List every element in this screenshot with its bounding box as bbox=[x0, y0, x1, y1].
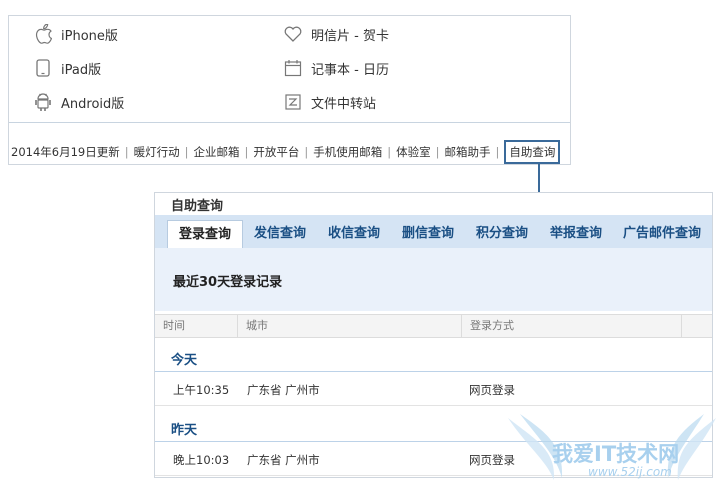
table-header: 时间 城市 登录方式 bbox=[155, 314, 712, 338]
tablet-icon bbox=[33, 58, 53, 78]
cell-city: 广东省 广州市 bbox=[247, 453, 320, 467]
ipad-link[interactable]: iPad版 bbox=[33, 58, 101, 78]
cell-time: 晚上10:03 bbox=[173, 453, 230, 467]
file-transfer-icon bbox=[283, 92, 303, 112]
iphone-link[interactable]: iPhone版 bbox=[33, 24, 118, 44]
calendar-icon bbox=[283, 58, 303, 78]
cell-method: 网页登录 bbox=[469, 383, 515, 397]
footer-link-open-platform[interactable]: 开放平台 bbox=[253, 144, 299, 160]
postcard-link[interactable]: 明信片 - 贺卡 bbox=[283, 24, 389, 44]
tab-report-query[interactable]: 举报查询 bbox=[543, 220, 609, 248]
panel-title: 自助查询 bbox=[171, 199, 224, 214]
ipad-label: iPad版 bbox=[61, 62, 102, 78]
footer-link-mail-assistant[interactable]: 邮箱助手 bbox=[444, 144, 490, 160]
notebook-label: 记事本 - 日历 bbox=[311, 62, 389, 78]
column-method: 登录方式 bbox=[461, 315, 690, 337]
group-today: 今天 bbox=[155, 343, 712, 372]
footer-links: 2014年6月19日更新 | 暖灯行动 | 企业邮箱 | 开放平台 | 手机使用… bbox=[9, 122, 570, 165]
tab-delete-query[interactable]: 删信查询 bbox=[395, 220, 461, 248]
notebook-link[interactable]: 记事本 - 日历 bbox=[283, 58, 389, 78]
cell-time: 上午10:35 bbox=[173, 383, 230, 397]
transfer-label: 文件中转站 bbox=[311, 96, 377, 112]
section-header: 最近30天登录记录 bbox=[155, 248, 712, 311]
tab-points-query[interactable]: 积分查询 bbox=[469, 220, 535, 248]
app-links-panel: iPhone版 iPad版 Android版 明信片 - 贺卡 记事本 - 日历… bbox=[8, 15, 571, 165]
watermark-text: 我爱IT技术网 bbox=[552, 442, 680, 466]
group-label-yesterday: 昨天 bbox=[171, 423, 198, 438]
transfer-link[interactable]: 文件中转站 bbox=[283, 92, 376, 112]
self-query-link[interactable]: 自助查询 bbox=[504, 140, 561, 164]
update-date: 2014年6月19日更新 bbox=[11, 145, 120, 159]
tab-receive-query[interactable]: 收信查询 bbox=[321, 220, 387, 248]
android-icon bbox=[33, 92, 53, 112]
column-time: 时间 bbox=[163, 319, 185, 332]
tab-ad-mail-query[interactable]: 广告邮件查询 bbox=[615, 220, 709, 248]
cell-city: 广东省 广州市 bbox=[247, 383, 320, 397]
footer-link-lab[interactable]: 体验室 bbox=[396, 144, 431, 160]
footer-link-nuandeng[interactable]: 暖灯行动 bbox=[134, 144, 180, 160]
table-row: 上午10:35 广东省 广州市 网页登录 bbox=[155, 374, 712, 406]
section-title: 最近30天登录记录 bbox=[173, 275, 283, 290]
column-extra bbox=[681, 315, 712, 337]
tab-send-query[interactable]: 发信查询 bbox=[247, 220, 313, 248]
postcard-label: 明信片 - 贺卡 bbox=[311, 28, 389, 44]
query-tab-bar: 登录查询 发信查询 收信查询 删信查询 积分查询 举报查询 广告邮件查询 bbox=[155, 215, 712, 249]
group-label-today: 今天 bbox=[171, 353, 198, 368]
footer-link-enterprise-mail[interactable]: 企业邮箱 bbox=[193, 144, 239, 160]
android-link[interactable]: Android版 bbox=[33, 92, 124, 112]
footer-link-mobile-mail[interactable]: 手机使用邮箱 bbox=[313, 144, 382, 160]
iphone-label: iPhone版 bbox=[61, 28, 118, 44]
android-label: Android版 bbox=[61, 96, 125, 112]
apple-icon bbox=[33, 24, 53, 44]
watermark-url: www.52ij.com bbox=[588, 465, 672, 479]
column-city: 城市 bbox=[237, 315, 466, 337]
tab-login-query[interactable]: 登录查询 bbox=[167, 220, 243, 249]
heart-icon bbox=[283, 24, 303, 44]
